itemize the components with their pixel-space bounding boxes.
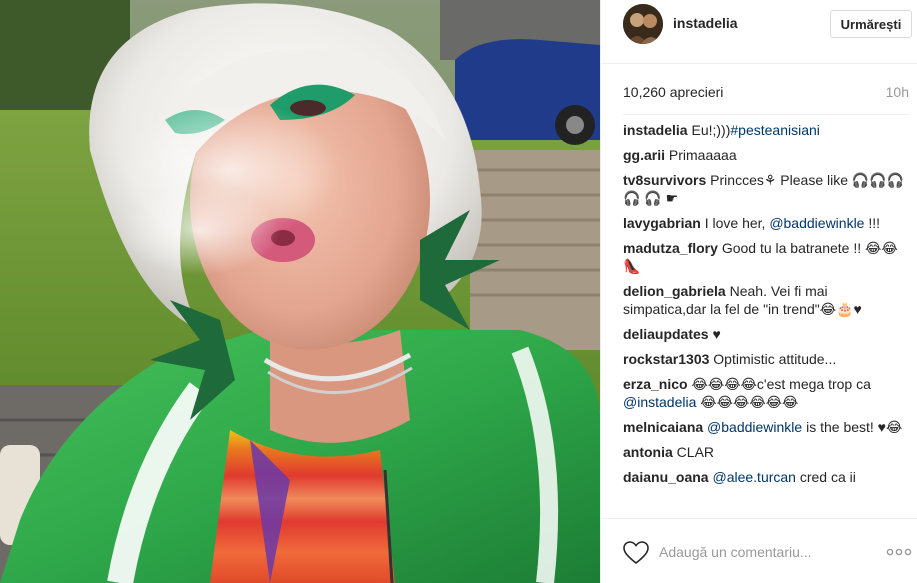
- comment-text: ♥: [712, 326, 721, 342]
- comment-item: rockstar1303 Optimistic attitude...: [623, 350, 909, 368]
- comment-author[interactable]: instadelia: [623, 122, 688, 138]
- post-photo[interactable]: [0, 0, 600, 583]
- comment-text: cred ca ii: [795, 469, 856, 485]
- stats-divider: [623, 114, 909, 115]
- author-username[interactable]: instadelia: [673, 15, 738, 31]
- comment-mention-link[interactable]: @baddiewinkle: [707, 419, 802, 435]
- comment-author[interactable]: rockstar1303: [623, 351, 709, 367]
- post-stats: 10,260 aprecieri 10h: [623, 84, 909, 104]
- comment-mention-link[interactable]: @baddiewinkle: [769, 215, 864, 231]
- comment-author[interactable]: deliaupdates: [623, 326, 709, 342]
- comment-author[interactable]: tv8survivors: [623, 172, 706, 188]
- comment-text: Primaaaaa: [668, 147, 737, 163]
- comment-item: daianu_oana @alee.turcan cred ca ii: [623, 468, 909, 486]
- comment-mention-link[interactable]: @instadelia: [623, 394, 696, 410]
- comment-text: is the best! ♥😂: [802, 419, 903, 435]
- photo-illustration: [0, 0, 600, 583]
- instagram-post: instadelia Urmărești 10,260 aprecieri 10…: [0, 0, 917, 583]
- comment-item: deliaupdates ♥: [623, 325, 909, 343]
- comment-input[interactable]: [659, 541, 869, 563]
- comment-author[interactable]: gg.arii: [623, 147, 665, 163]
- comment-text: CLAR: [676, 444, 715, 460]
- comment-composer: [601, 518, 917, 583]
- comments-list[interactable]: instadelia Eu!;)))#pesteanisiani gg.arii …: [623, 121, 909, 515]
- comment-item: melnicaiana @baddiewinkle is the best! ♥…: [623, 418, 909, 436]
- likes-count[interactable]: 10,260 aprecieri: [623, 84, 723, 100]
- comment-author[interactable]: antonia: [623, 444, 673, 460]
- comment-item: erza_nico 😂😂😂😂c'est mega trop ca @instad…: [623, 375, 909, 411]
- comment-item: antonia CLAR: [623, 443, 909, 461]
- post-details-panel: instadelia Urmărești 10,260 aprecieri 10…: [600, 0, 917, 583]
- comment-author[interactable]: daianu_oana: [623, 469, 709, 485]
- author-avatar[interactable]: [623, 4, 663, 44]
- post-header: instadelia Urmărești: [601, 0, 917, 64]
- comment-text: 😂😂😂😂😂😂: [696, 394, 799, 410]
- more-options-icon[interactable]: [886, 547, 912, 557]
- comment-item: gg.arii Primaaaaa: [623, 146, 909, 164]
- comment-text: Eu!;))): [691, 122, 731, 138]
- comment-author[interactable]: melnicaiana: [623, 419, 703, 435]
- comment-text: Optimistic attitude...: [713, 351, 837, 367]
- following-button[interactable]: Urmărești: [830, 10, 912, 38]
- comment-author[interactable]: lavygabrian: [623, 215, 701, 231]
- post-timestamp[interactable]: 10h: [886, 84, 909, 100]
- comment-item: instadelia Eu!;)))#pesteanisiani: [623, 121, 909, 139]
- comment-text: !!!: [864, 215, 881, 231]
- comment-author[interactable]: delion_gabriela: [623, 283, 726, 299]
- avatar-image: [623, 4, 663, 44]
- comment-item: delion_gabriela Neah. Vei fi mai simpati…: [623, 282, 909, 318]
- comment-item: madutza_flory Good tu la batranete !! 😂😂…: [623, 239, 909, 275]
- comment-author[interactable]: madutza_flory: [623, 240, 718, 256]
- comment-author[interactable]: erza_nico: [623, 376, 688, 392]
- comment-text: 😂😂😂😂c'est mega trop ca: [691, 376, 871, 392]
- comment-item: lavygabrian I love her, @baddiewinkle !!…: [623, 214, 909, 232]
- comment-item: tv8survivors Princces⚘ Please like 🎧🎧🎧🎧 …: [623, 171, 909, 207]
- comment-mention-link[interactable]: @alee.turcan: [712, 469, 795, 485]
- heart-outline-icon[interactable]: [623, 541, 649, 565]
- comment-text: I love her,: [704, 215, 770, 231]
- comment-mention-link[interactable]: #pesteanisiani: [730, 122, 820, 138]
